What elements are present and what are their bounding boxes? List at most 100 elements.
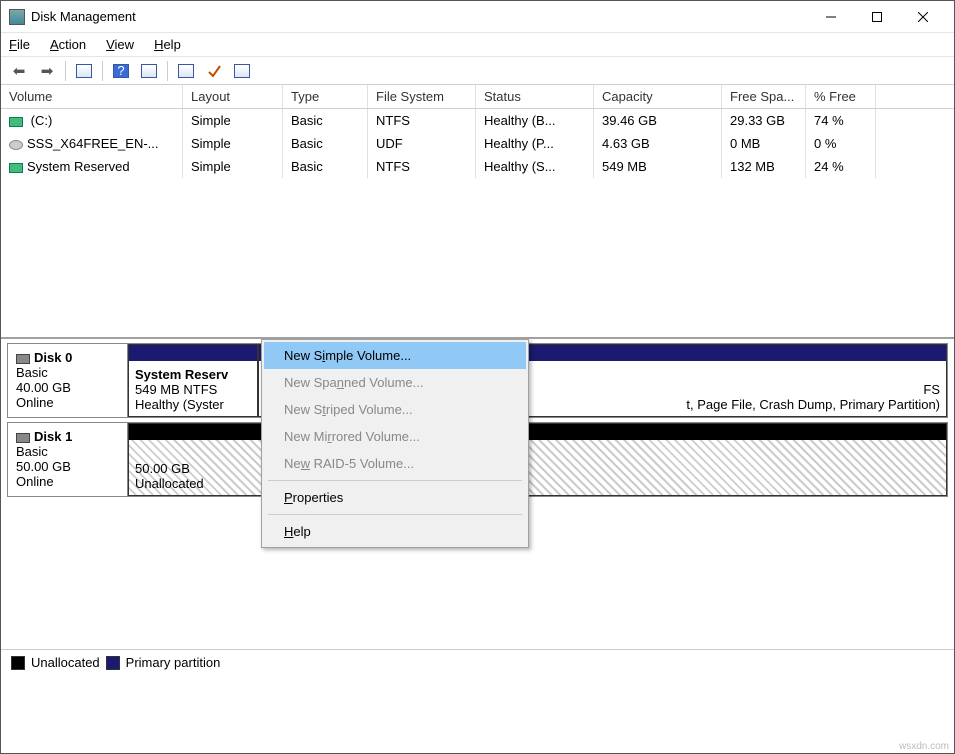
cell: Healthy (P... xyxy=(476,132,594,155)
menu-separator xyxy=(268,514,522,515)
volume-row[interactable]: SSS_X64FREE_EN-... Simple Basic UDF Heal… xyxy=(1,132,954,155)
cell: NTFS xyxy=(368,155,476,178)
title-bar: Disk Management xyxy=(1,1,954,33)
cell: SSS_X64FREE_EN-... xyxy=(27,136,159,151)
disk-icon xyxy=(16,433,30,443)
menu-new-raid5-volume: New RAID-5 Volume... xyxy=(264,450,526,477)
minimize-button[interactable] xyxy=(808,2,854,32)
help-icon[interactable]: ? xyxy=(109,60,133,82)
cell: 39.46 GB xyxy=(594,109,722,132)
cell: Simple xyxy=(183,132,283,155)
partition-info: 549 MB NTFS xyxy=(135,382,217,397)
menu-new-mirrored-volume: New Mirrored Volume... xyxy=(264,423,526,450)
forward-button[interactable]: ➡ xyxy=(35,60,59,82)
cell: (C:) xyxy=(27,113,52,128)
cell: Basic xyxy=(283,109,368,132)
context-menu: New Simple Volume... New Spanned Volume.… xyxy=(261,339,529,548)
cell: Basic xyxy=(283,132,368,155)
window-title: Disk Management xyxy=(31,9,808,24)
menu-properties[interactable]: Properties xyxy=(264,484,526,511)
menu-separator xyxy=(268,480,522,481)
cell: 549 MB xyxy=(594,155,722,178)
separator xyxy=(167,61,168,81)
col-status[interactable]: Status xyxy=(476,85,594,108)
disk-graph-area: Disk 0 Basic 40.00 GB Online System Rese… xyxy=(1,339,954,649)
col-pctfree[interactable]: % Free xyxy=(806,85,876,108)
legend: Unallocated Primary partition xyxy=(1,649,954,675)
menu-new-striped-volume: New Striped Volume... xyxy=(264,396,526,423)
cell: NTFS xyxy=(368,109,476,132)
volume-row[interactable]: (C:) Simple Basic NTFS Healthy (B... 39.… xyxy=(1,109,954,132)
menu-bar: File Action View Help xyxy=(1,33,954,57)
legend-label: Primary partition xyxy=(126,655,221,670)
disk-type: Basic xyxy=(16,365,48,380)
cell: 74 % xyxy=(806,109,876,132)
cell: 0 MB xyxy=(722,132,806,155)
drive-icon xyxy=(9,117,23,127)
volume-header-row: Volume Layout Type File System Status Ca… xyxy=(1,85,954,109)
back-button[interactable]: ⬅ xyxy=(7,60,31,82)
disk-label[interactable]: Disk 1 Basic 50.00 GB Online xyxy=(8,423,128,496)
cell: 132 MB xyxy=(722,155,806,178)
cell: Simple xyxy=(183,155,283,178)
col-capacity[interactable]: Capacity xyxy=(594,85,722,108)
partition-status: Unallocated xyxy=(135,476,204,491)
partition-status: t, Page File, Crash Dump, Primary Partit… xyxy=(686,397,940,412)
menu-new-simple-volume[interactable]: New Simple Volume... xyxy=(264,342,526,369)
menu-file[interactable]: File xyxy=(9,37,30,52)
cell: Healthy (B... xyxy=(476,109,594,132)
col-type[interactable]: Type xyxy=(283,85,368,108)
partition-size: 50.00 GB xyxy=(135,461,190,476)
partition-title: System Reserv xyxy=(135,367,228,382)
toolbar-btn-5[interactable] xyxy=(230,60,254,82)
partition-status: Healthy (Syster xyxy=(135,397,224,412)
disk-icon xyxy=(16,354,30,364)
content-area: Volume Layout Type File System Status Ca… xyxy=(1,85,954,675)
menu-new-spanned-volume: New Spanned Volume... xyxy=(264,369,526,396)
cell: Simple xyxy=(183,109,283,132)
partition-info: FS xyxy=(923,382,940,397)
separator xyxy=(65,61,66,81)
toolbar: ⬅ ➡ ? xyxy=(1,57,954,85)
cell: Basic xyxy=(283,155,368,178)
toolbar-btn-2[interactable] xyxy=(137,60,161,82)
cell: Healthy (S... xyxy=(476,155,594,178)
legend-swatch-primary xyxy=(106,656,120,670)
cell: 4.63 GB xyxy=(594,132,722,155)
app-icon xyxy=(9,9,25,25)
col-layout[interactable]: Layout xyxy=(183,85,283,108)
disk-state: Online xyxy=(16,474,54,489)
disk-type: Basic xyxy=(16,444,48,459)
menu-view[interactable]: View xyxy=(106,37,134,52)
col-freespace[interactable]: Free Spa... xyxy=(722,85,806,108)
menu-help[interactable]: Help xyxy=(264,518,526,545)
partition-system-reserved[interactable]: System Reserv 549 MB NTFS Healthy (Syste… xyxy=(128,344,258,417)
disk-size: 40.00 GB xyxy=(16,380,71,395)
separator xyxy=(102,61,103,81)
toolbar-btn-1[interactable] xyxy=(72,60,96,82)
partition-unallocated[interactable]: 50.00 GB Unallocated xyxy=(128,423,947,496)
drive-icon xyxy=(9,163,23,173)
col-volume[interactable]: Volume xyxy=(1,85,183,108)
disk-label[interactable]: Disk 0 Basic 40.00 GB Online xyxy=(8,344,128,417)
menu-action[interactable]: Action xyxy=(50,37,86,52)
cell: UDF xyxy=(368,132,476,155)
legend-label: Unallocated xyxy=(31,655,100,670)
volume-row[interactable]: System Reserved Simple Basic NTFS Health… xyxy=(1,155,954,178)
maximize-button[interactable] xyxy=(854,2,900,32)
disk-size: 50.00 GB xyxy=(16,459,71,474)
cell: System Reserved xyxy=(27,159,130,174)
cell: 0 % xyxy=(806,132,876,155)
col-filesystem[interactable]: File System xyxy=(368,85,476,108)
watermark: wsxdn.com xyxy=(899,741,949,752)
cell: 24 % xyxy=(806,155,876,178)
toolbar-btn-3[interactable] xyxy=(174,60,198,82)
disk-state: Online xyxy=(16,395,54,410)
disc-icon xyxy=(9,140,23,150)
close-button[interactable] xyxy=(900,2,946,32)
legend-swatch-unallocated xyxy=(11,656,25,670)
cell: 29.33 GB xyxy=(722,109,806,132)
menu-help[interactable]: Help xyxy=(154,37,181,52)
toolbar-btn-4[interactable] xyxy=(202,60,226,82)
volume-list: Volume Layout Type File System Status Ca… xyxy=(1,85,954,339)
